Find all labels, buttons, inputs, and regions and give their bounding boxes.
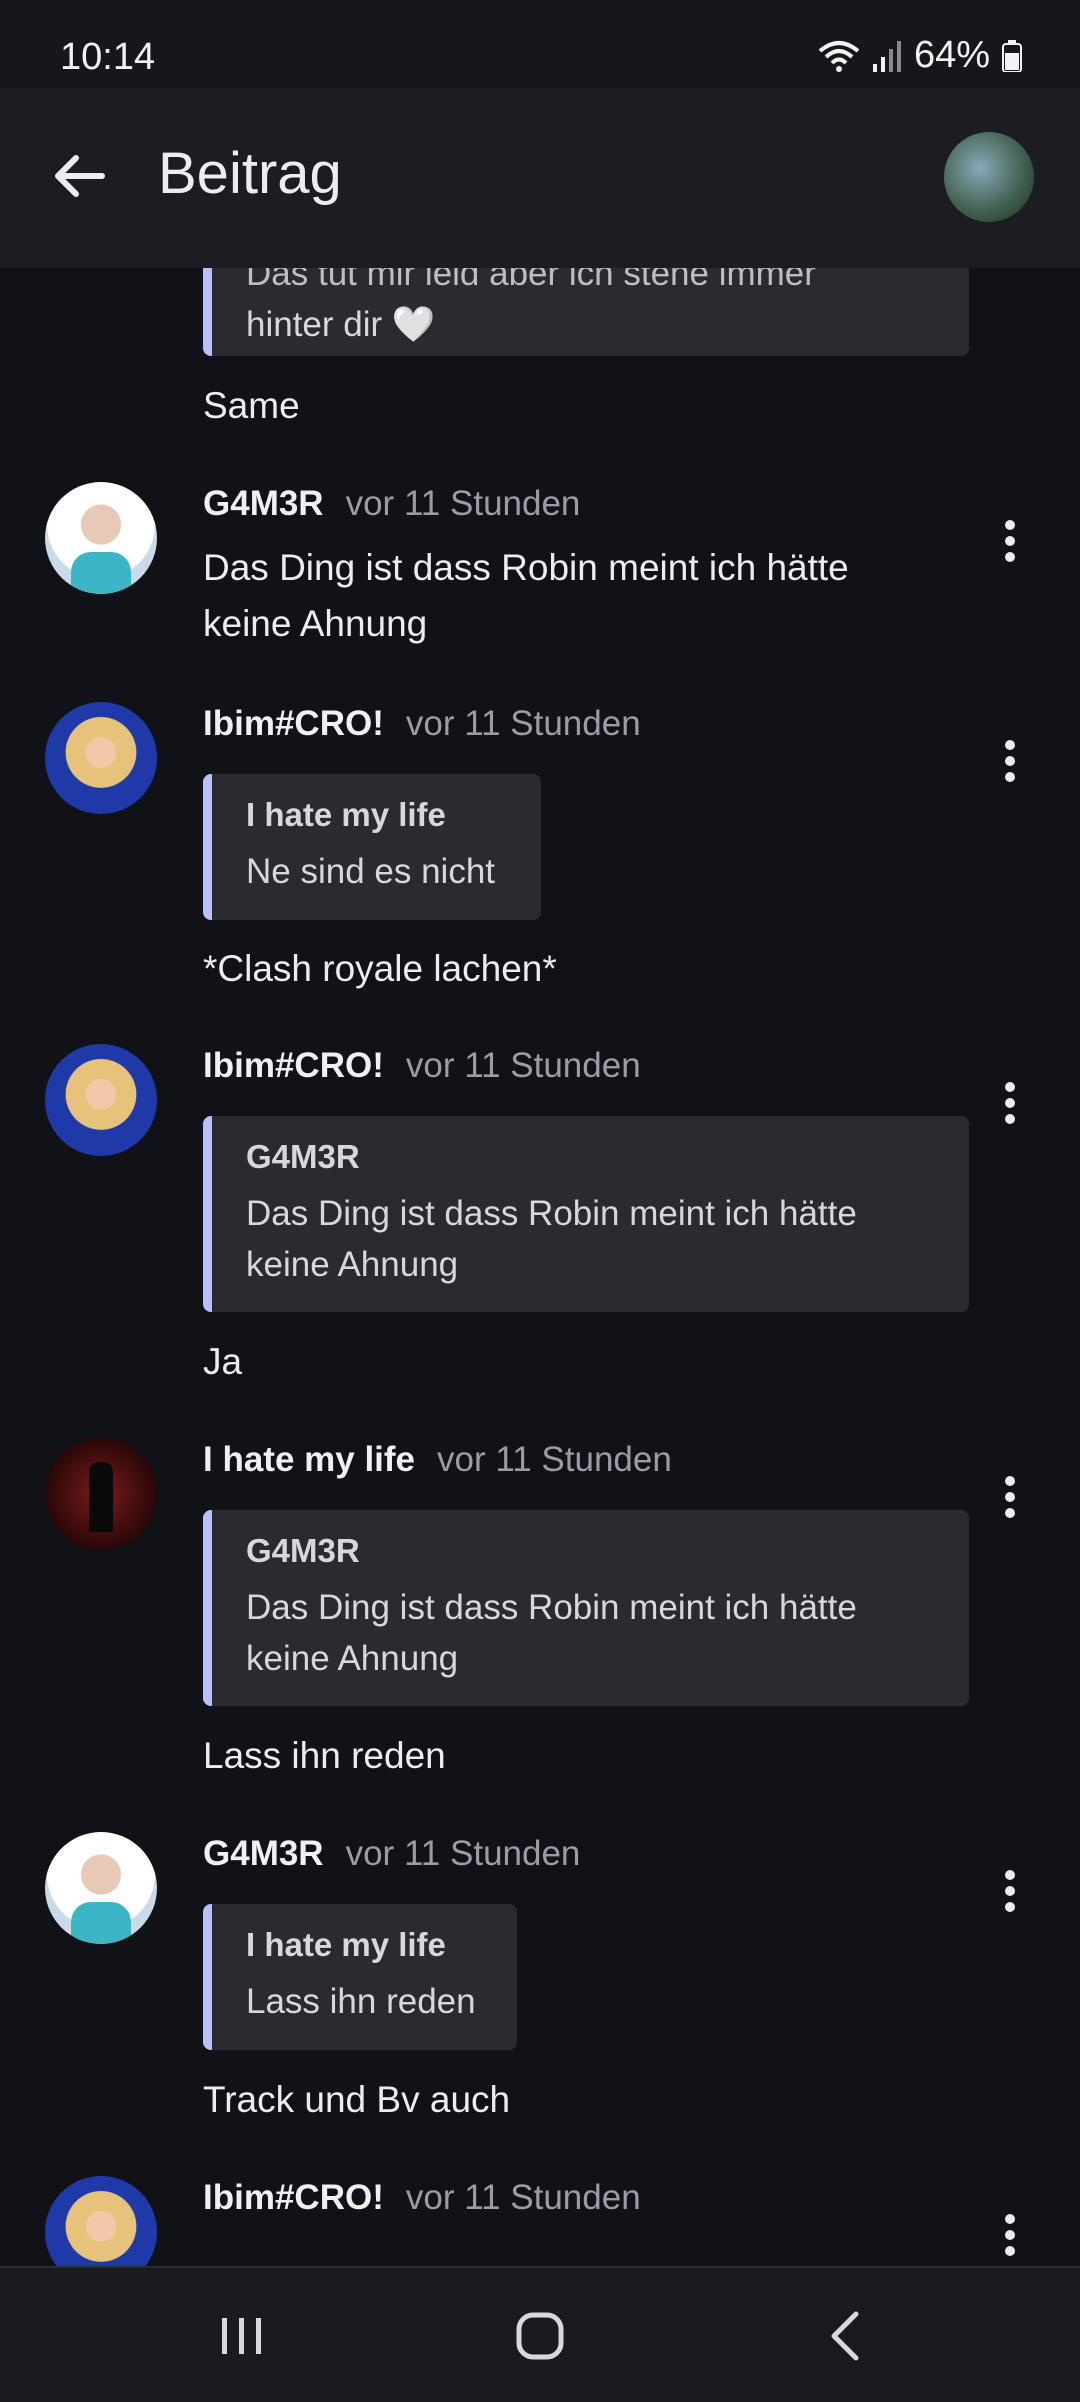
quote-line: Das Ding ist dass Robin meint ich hätte [246, 1588, 857, 1627]
message-text: Same [203, 385, 300, 426]
message-time: vor 11 Stunden [345, 484, 581, 523]
more-options-icon[interactable] [1000, 1079, 1020, 1127]
message-header: Ibim#CRO! vor 11 Stunden [203, 704, 641, 744]
author-avatar[interactable] [45, 482, 157, 594]
author-name[interactable]: I hate my life [203, 1440, 415, 1479]
battery-icon [1002, 39, 1022, 72]
message-text: *Clash royale lachen* [203, 948, 557, 989]
more-options-icon[interactable] [1000, 737, 1020, 785]
quote-block[interactable]: G4M3R Das Ding ist dass Robin meint ich … [203, 1116, 969, 1312]
more-options-icon[interactable] [1000, 2211, 1020, 2259]
quote-block[interactable]: I hate my life Lass ihn reden [203, 1904, 517, 2050]
message-text: Lass ihn reden [203, 1735, 446, 1776]
more-options-icon[interactable] [1000, 1473, 1020, 1521]
quote-text: hinter dir 🤍 [246, 305, 436, 344]
author-avatar[interactable] [45, 2176, 157, 2266]
quote-block[interactable]: G4M3R Das Ding ist dass Robin meint ich … [203, 1510, 969, 1706]
author-avatar[interactable] [45, 1438, 157, 1550]
app-bar: Beitrag [0, 88, 1080, 268]
quote-author: G4M3R [246, 1532, 360, 1569]
message-header: Ibim#CRO! vor 11 Stunden [203, 1046, 641, 1086]
author-name[interactable]: Ibim#CRO! [203, 704, 384, 743]
more-options-icon[interactable] [1000, 1867, 1020, 1915]
comment-feed[interactable]: Das tut mir leid aber ich stehe immer hi… [0, 268, 1080, 2266]
back-nav-icon[interactable] [806, 2296, 886, 2376]
signal-icon [872, 40, 901, 72]
recent-apps-icon[interactable] [202, 2296, 282, 2376]
quote-text: Lass ihn reden [246, 1982, 476, 2021]
message-header: G4M3R vor 11 Stunden [203, 484, 580, 524]
message-text: Das Ding ist dass Robin meint ich hätte … [203, 540, 849, 652]
quote-author: G4M3R [246, 1138, 360, 1175]
quote-text: Das Ding ist dass Robin meint ich hätte … [246, 1188, 941, 1290]
message-time: vor 11 Stunden [405, 2178, 641, 2217]
status-time: 10:14 [60, 36, 156, 78]
author-name[interactable]: G4M3R [203, 1834, 324, 1873]
quote-text-partial: Das tut mir leid aber ich stehe immer [246, 268, 816, 293]
author-avatar[interactable] [45, 1044, 157, 1156]
battery-percent: 64% [913, 34, 990, 76]
back-arrow-icon[interactable] [48, 144, 112, 208]
home-icon[interactable] [500, 2296, 580, 2376]
message-header: Ibim#CRO! vor 11 Stunden [203, 2178, 641, 2218]
message-line: Das Ding ist dass Robin meint ich hätte [203, 547, 849, 588]
author-name[interactable]: Ibim#CRO! [203, 2178, 384, 2217]
wifi-icon [818, 40, 860, 72]
message-time: vor 11 Stunden [345, 1834, 581, 1873]
page-title: Beitrag [158, 141, 342, 206]
quote-block[interactable]: I hate my life Ne sind es nicht [203, 774, 541, 920]
quote-line: keine Ahnung [246, 1639, 459, 1678]
status-bar: 10:14 64% [0, 0, 1080, 88]
message-line: keine Ahnung [203, 603, 428, 644]
more-options-icon[interactable] [1000, 517, 1020, 565]
author-avatar[interactable] [45, 1832, 157, 1944]
message-text: Ja [203, 1341, 243, 1382]
quote-text: Das Ding ist dass Robin meint ich hätte … [246, 1582, 941, 1684]
quote-author: I hate my life [246, 1926, 446, 1963]
quote-text: Ne sind es nicht [246, 852, 496, 891]
quote-block: Das tut mir leid aber ich stehe immer hi… [203, 268, 969, 356]
message-time: vor 11 Stunden [437, 1440, 672, 1479]
message-header: G4M3R vor 11 Stunden [203, 1834, 580, 1874]
system-navigation-bar [0, 2266, 1080, 2402]
user-avatar[interactable] [944, 132, 1034, 222]
author-avatar[interactable] [45, 702, 157, 814]
message-time: vor 11 Stunden [405, 1046, 641, 1085]
message-header: I hate my life vor 11 Stunden [203, 1440, 672, 1480]
message-text: Track und Bv auch [203, 2079, 511, 2120]
status-icons: 64% [818, 34, 1022, 77]
quote-author: I hate my life [246, 796, 446, 833]
author-name[interactable]: Ibim#CRO! [203, 1046, 384, 1085]
author-name[interactable]: G4M3R [203, 484, 324, 523]
message-time: vor 11 Stunden [405, 704, 641, 743]
quote-line: keine Ahnung [246, 1245, 459, 1284]
quote-line: Das Ding ist dass Robin meint ich hätte [246, 1194, 857, 1233]
